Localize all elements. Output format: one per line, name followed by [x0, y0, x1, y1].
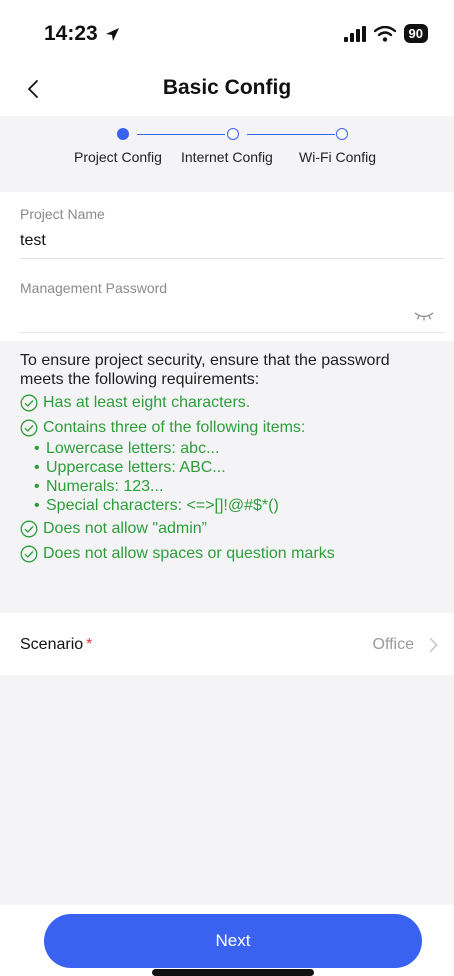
- requirement-sub-text: Uppercase letters: ABC...: [46, 459, 226, 476]
- requirement-text: Has at least eight characters.: [43, 394, 251, 411]
- requirement-sub-text: Numerals: 123...: [46, 478, 164, 495]
- bullet: •: [34, 497, 40, 514]
- requirement-text: Does not allow "admin”: [43, 520, 207, 537]
- location-arrow-icon: [105, 27, 119, 41]
- requirement-sub-item: • Numerals: 123...: [20, 477, 434, 496]
- requirement-sub-item: • Uppercase letters: ABC...: [20, 458, 434, 477]
- requirement-item: Does not allow spaces or question marks: [20, 543, 434, 565]
- project-name-underline: [20, 258, 444, 259]
- project-form: Project Name test Management Password: [0, 192, 454, 340]
- signal-icon: [343, 25, 366, 42]
- step-connector: [247, 134, 335, 135]
- status-indicators: 90: [343, 24, 428, 43]
- requirement-text: Contains three of the following items:: [43, 419, 306, 436]
- password-visibility-toggle[interactable]: [414, 308, 434, 326]
- bullet: •: [34, 459, 40, 476]
- scenario-selector[interactable]: Scenario * Office: [0, 613, 454, 675]
- chevron-right-icon: [429, 637, 438, 653]
- requirement-item: Contains three of the following items:: [20, 417, 434, 439]
- project-name-label: Project Name: [20, 206, 105, 222]
- requirement-sub-text: Special characters: <=>[]!@#$*(): [46, 497, 279, 514]
- requirement-item: Does not allow "admin”: [20, 518, 434, 540]
- scenario-value: Office: [372, 636, 415, 653]
- step-label-project-config: Project Config: [74, 149, 162, 165]
- status-time: 14:23: [44, 22, 98, 45]
- password-input[interactable]: [20, 306, 400, 326]
- step-connector: [137, 134, 225, 135]
- status-time-group: 14:23: [44, 22, 121, 46]
- battery-indicator: 90: [403, 24, 428, 43]
- home-indicator: [152, 969, 314, 976]
- requirement-sub-item: • Lowercase letters: abc...: [20, 439, 434, 458]
- eye-closed-icon: [414, 312, 434, 321]
- check-circle-icon: [20, 545, 38, 563]
- config-stepper: Project Config Internet Config Wi-Fi Con…: [0, 116, 454, 182]
- check-circle-icon: [20, 520, 38, 538]
- check-circle-icon: [20, 419, 38, 437]
- requirement-text: Does not allow spaces or question marks: [43, 545, 335, 562]
- step-label-wifi-config: Wi-Fi Config: [299, 149, 377, 165]
- bullet: •: [34, 440, 40, 457]
- step-dot-project-config: [117, 128, 129, 140]
- next-button[interactable]: Next: [44, 914, 422, 968]
- section-divider: [0, 182, 454, 192]
- status-bar: 14:23 90: [0, 0, 454, 60]
- step-dot-internet-config: [227, 128, 239, 140]
- page-title: Basic Config: [162, 76, 292, 99]
- bullet: •: [34, 478, 40, 495]
- project-name-input[interactable]: test: [20, 232, 46, 250]
- nav-bar: Basic Config: [0, 62, 454, 116]
- required-marker: *: [86, 636, 93, 653]
- password-underline: [20, 332, 444, 333]
- requirement-item: Has at least eight characters.: [20, 392, 434, 414]
- scenario-label-text: Scenario: [20, 636, 84, 653]
- empty-background: [0, 675, 454, 905]
- scenario-label: Scenario *: [20, 636, 92, 654]
- wifi-icon: [373, 25, 396, 42]
- requirement-sub-item: • Special characters: <=>[]!@#$*(): [20, 496, 434, 515]
- password-requirements: To ensure project security, ensure that …: [0, 341, 454, 613]
- requirements-intro: To ensure project security, ensure that …: [20, 352, 390, 388]
- step-dot-wifi-config: [336, 128, 348, 140]
- check-circle-icon: [20, 394, 38, 412]
- requirement-sub-text: Lowercase letters: abc...: [46, 440, 220, 457]
- password-label: Management Password: [20, 280, 168, 296]
- step-label-internet-config: Internet Config: [181, 149, 273, 165]
